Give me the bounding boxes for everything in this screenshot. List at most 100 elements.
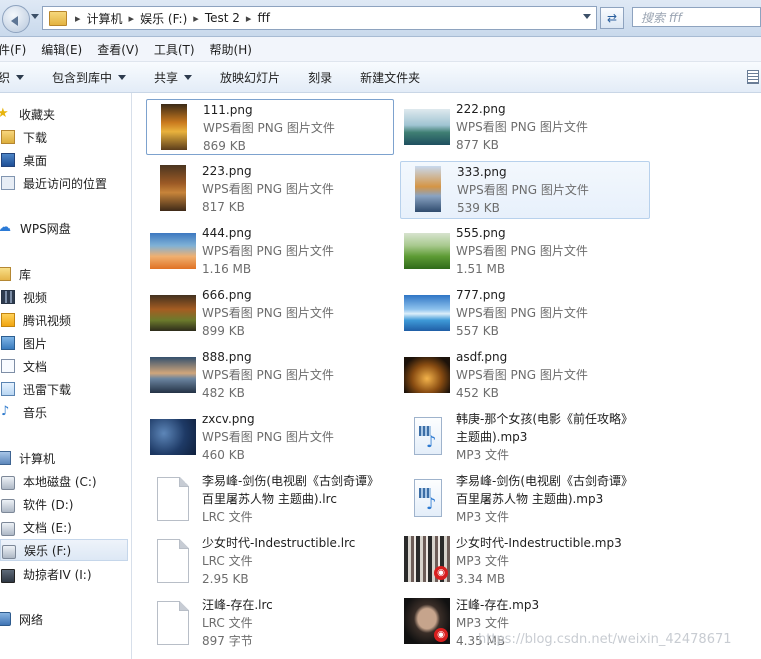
breadcrumb-item[interactable]: Test 2 — [205, 11, 240, 25]
file-tile-222[interactable]: 222.png WPS看图 PNG 图片文件 877 KB — [400, 99, 648, 155]
network-icon — [0, 612, 11, 626]
file-type: MP3 文件 — [456, 554, 510, 568]
sidebar-item-wps-cloud[interactable]: ☁ WPS网盘 — [0, 217, 125, 239]
file-size: 557 KB — [456, 324, 499, 338]
include-in-library-button[interactable]: 包含到库中 — [52, 69, 127, 86]
chevron-right-icon[interactable]: ▸ — [75, 12, 81, 25]
file-type: WPS看图 PNG 图片文件 — [457, 183, 589, 197]
file-name: 李易峰-剑伤(电视剧《古剑奇谭》 — [456, 474, 634, 488]
breadcrumb-item[interactable]: 娱乐 (F:) — [140, 10, 187, 27]
address-dropdown-icon[interactable] — [583, 14, 591, 23]
sidebar-item-libraries[interactable]: 库 — [0, 263, 124, 285]
sidebar-item-favorites[interactable]: ★ 收藏夹 — [0, 103, 124, 125]
documents-icon — [1, 359, 15, 373]
navigation-pane: ★ 收藏夹 下载 桌面 最近访问的位置 ☁ WPS网盘 库 视频 腾讯视频 图片 文… — [0, 93, 132, 659]
recent-pages-dropdown-icon[interactable] — [31, 14, 39, 23]
chevron-right-icon[interactable]: ▸ — [246, 12, 252, 25]
folder-icon — [49, 10, 67, 26]
sidebar-item-music[interactable]: ♪ 音乐 — [0, 401, 128, 423]
file-type: MP3 文件 — [456, 616, 510, 630]
file-tile-snsd-mp3[interactable]: ◉ 少女时代-Indestructible.mp3 MP3 文件 3.34 MB — [400, 533, 648, 589]
file-type: WPS看图 PNG 图片文件 — [456, 368, 588, 382]
sidebar-item-label: 计算机 — [19, 451, 56, 466]
sidebar-item-xunlei[interactable]: 迅雷下载 — [0, 378, 128, 400]
file-tile-liyifeng-mp3[interactable]: ♪ 李易峰-剑伤(电视剧《古剑奇谭》 百里屠苏人物 主题曲).mp3 MP3 文… — [400, 471, 648, 527]
file-size: 869 KB — [203, 139, 246, 153]
drive-icon — [1, 475, 15, 490]
sidebar-item-drive-c[interactable]: 本地磁盘 (C:) — [0, 470, 128, 492]
file-name: 444.png — [202, 226, 252, 240]
file-tile-888[interactable]: 888.png WPS看图 PNG 图片文件 482 KB — [146, 347, 394, 403]
file-tile-333[interactable]: 333.png WPS看图 PNG 图片文件 539 KB — [400, 161, 650, 219]
sidebar-item-videos[interactable]: 视频 — [0, 286, 128, 308]
file-size: 452 KB — [456, 386, 499, 400]
new-folder-button[interactable]: 新建文件夹 — [360, 69, 420, 86]
file-tile-555[interactable]: 555.png WPS看图 PNG 图片文件 1.51 MB — [400, 223, 648, 279]
file-tile-snsd-lrc[interactable]: 少女时代-Indestructible.lrc LRC 文件 2.95 KB — [146, 533, 394, 589]
audio-file-icon: ♪ — [414, 417, 442, 455]
file-type: WPS看图 PNG 图片文件 — [202, 368, 334, 382]
tencent-video-icon — [1, 313, 15, 327]
organize-label: 织 — [0, 70, 11, 85]
sidebar-item-pictures[interactable]: 图片 — [0, 332, 128, 354]
refresh-button[interactable]: ⇄ — [600, 7, 624, 29]
netease-music-icon: ◉ — [434, 566, 448, 580]
sidebar-item-label: 库 — [19, 267, 32, 282]
menu-edit[interactable]: 编辑(E) — [41, 41, 82, 58]
sidebar-item-drive-e[interactable]: 文档 (E:) — [0, 516, 128, 538]
library-icon — [0, 267, 11, 281]
sidebar-item-downloads[interactable]: 下载 — [0, 126, 128, 148]
sidebar-item-desktop[interactable]: 桌面 — [0, 149, 128, 171]
menu-bar: 件(F) 编辑(E) 查看(V) 工具(T) 帮助(H) — [0, 37, 761, 62]
breadcrumb-item[interactable]: fff — [257, 11, 270, 25]
sidebar-item-computer[interactable]: 计算机 — [0, 447, 124, 469]
chevron-right-icon[interactable]: ▸ — [129, 12, 135, 25]
file-size: 1.51 MB — [456, 262, 506, 276]
sidebar-item-drive-i[interactable]: 劫掠者IV (I:) — [0, 563, 128, 585]
view-options-icon[interactable] — [747, 70, 759, 84]
file-tile-777[interactable]: 777.png WPS看图 PNG 图片文件 557 KB — [400, 285, 648, 341]
file-tile-666[interactable]: 666.png WPS看图 PNG 图片文件 899 KB — [146, 285, 394, 341]
file-tile-wangfeng-lrc[interactable]: 汪峰-存在.lrc LRC 文件 897 字节 — [146, 595, 394, 651]
menu-file[interactable]: 件(F) — [0, 41, 26, 58]
back-button[interactable] — [2, 5, 30, 33]
breadcrumb[interactable]: ▸ 计算机 ▸ 娱乐 (F:) ▸ Test 2 ▸ fff — [42, 6, 597, 30]
watermark: https://blog.csdn.net/weixin_42478671 — [478, 632, 732, 647]
music-note-icon: ♪ — [426, 494, 437, 513]
sidebar-item-documents[interactable]: 文档 — [0, 355, 128, 377]
file-tile-liyifeng-lrc[interactable]: 李易峰-剑伤(电视剧《古剑奇谭》 百里屠苏人物 主题曲).lrc LRC 文件 — [146, 471, 394, 527]
menu-view[interactable]: 查看(V) — [97, 41, 139, 58]
file-size: 899 KB — [202, 324, 245, 338]
menu-tools[interactable]: 工具(T) — [154, 41, 195, 58]
sidebar-item-label: 文档 — [23, 359, 48, 374]
slideshow-button[interactable]: 放映幻灯片 — [220, 69, 280, 86]
image-thumbnail — [150, 419, 196, 455]
file-tile-asdf[interactable]: asdf.png WPS看图 PNG 图片文件 452 KB — [400, 347, 648, 403]
file-tile-444[interactable]: 444.png WPS看图 PNG 图片文件 1.16 MB — [146, 223, 394, 279]
organize-button[interactable]: 织 — [0, 69, 25, 86]
share-button[interactable]: 共享 — [154, 69, 193, 86]
file-tile-hangeng-mp3[interactable]: ♪ 韩庚-那个女孩(电影《前任攻略》 主题曲).mp3 MP3 文件 — [400, 409, 648, 465]
sidebar-item-recent[interactable]: 最近访问的位置 — [0, 172, 128, 194]
image-thumbnail — [150, 233, 196, 269]
sidebar-item-tencent-video[interactable]: 腾讯视频 — [0, 309, 128, 331]
text-file-icon — [157, 601, 189, 645]
file-tile-111[interactable]: 111.png WPS看图 PNG 图片文件 869 KB — [146, 99, 394, 155]
chevron-right-icon[interactable]: ▸ — [193, 12, 199, 25]
sidebar-item-drive-f[interactable]: 娱乐 (F:) — [0, 539, 128, 561]
sidebar-item-label: 桌面 — [23, 153, 48, 168]
menu-help[interactable]: 帮助(H) — [210, 41, 252, 58]
search-input[interactable]: 搜索 fff — [632, 7, 761, 27]
cloud-icon: ☁ — [0, 220, 11, 235]
chevron-down-icon — [184, 74, 193, 84]
file-type: WPS看图 PNG 图片文件 — [202, 306, 334, 320]
sidebar-item-network[interactable]: 网络 — [0, 608, 124, 630]
breadcrumb-item[interactable]: 计算机 — [87, 10, 123, 27]
sidebar-item-drive-d[interactable]: 软件 (D:) — [0, 493, 128, 515]
file-tile-zxcv[interactable]: zxcv.png WPS看图 PNG 图片文件 460 KB — [146, 409, 394, 465]
image-thumbnail — [150, 357, 196, 393]
image-thumbnail — [160, 165, 186, 211]
file-tile-223[interactable]: 223.png WPS看图 PNG 图片文件 817 KB — [146, 161, 394, 217]
burn-button[interactable]: 刻录 — [308, 69, 332, 86]
image-thumbnail — [404, 295, 450, 331]
